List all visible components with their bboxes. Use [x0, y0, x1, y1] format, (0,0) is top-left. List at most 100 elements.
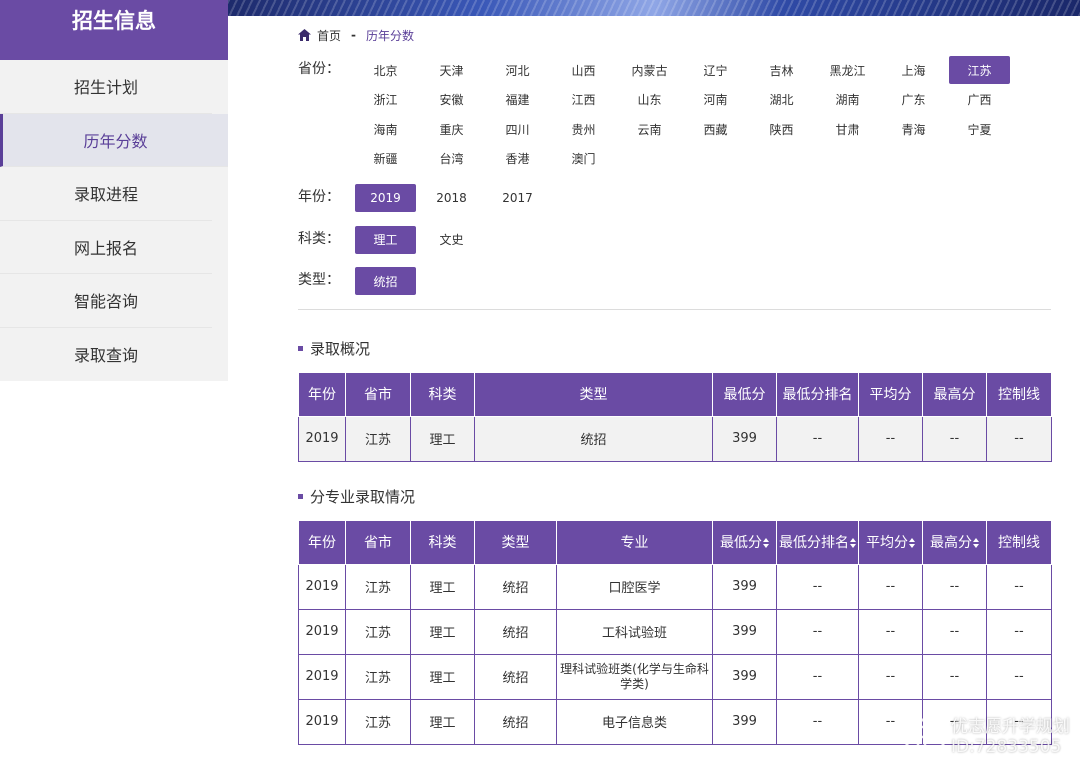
overview-table-cell: -- [986, 415, 1052, 462]
majors-table-cell: 统招 [474, 653, 557, 700]
sidebar-item-admission-query[interactable]: 录取查询 [0, 328, 212, 382]
type-option-0[interactable]: 统招 [355, 267, 416, 295]
year-option-1[interactable]: 2018 [421, 184, 482, 212]
year-option-2[interactable]: 2017 [487, 184, 548, 212]
breadcrumb-home-link[interactable]: 首页 [317, 27, 341, 44]
province-option-2[interactable]: 河北 [487, 56, 548, 84]
majors-table-cell: 2019 [298, 653, 346, 700]
sidebar-item-smart-consult[interactable]: 智能咨询 [0, 274, 212, 328]
majors-table-cell: 理工 [410, 653, 475, 700]
overview-header-cell: 平均分 [858, 371, 923, 417]
majors-table-row: 2019 江苏 理工 统招 理科试验班类(化学与生命科学类) 399 -- -- -- -- [298, 653, 1052, 700]
province-option-27[interactable]: 甘肃 [817, 115, 878, 143]
province-option-26[interactable]: 陕西 [751, 115, 812, 143]
majors-table-cell: -- [922, 653, 987, 700]
majors-table-cell: 理科试验班类(化学与生命科学类) [556, 653, 713, 700]
province-option-19[interactable]: 广西 [949, 86, 1010, 114]
bullet-icon [298, 346, 303, 351]
province-option-29[interactable]: 宁夏 [949, 115, 1010, 143]
province-option-11[interactable]: 安徽 [421, 86, 482, 114]
sidebar-item-online-registration[interactable]: 网上报名 [0, 221, 212, 274]
province-option-17[interactable]: 湖南 [817, 86, 878, 114]
province-option-25[interactable]: 西藏 [685, 115, 746, 143]
overview-table-cell: 理工 [410, 415, 475, 462]
province-option-18[interactable]: 广东 [883, 86, 944, 114]
majors-table-row: 2019 江苏 理工 统招 口腔医学 399 -- -- -- -- [298, 563, 1052, 610]
province-option-15[interactable]: 河南 [685, 86, 746, 114]
province-option-24[interactable]: 云南 [619, 115, 680, 143]
overview-table-cell: 399 [712, 415, 777, 462]
province-option-7[interactable]: 黑龙江 [817, 56, 878, 84]
majors-header-cell[interactable]: 最高分 [922, 519, 987, 565]
majors-table-cell: -- [776, 563, 859, 610]
majors-table-cell: 399 [712, 698, 777, 745]
majors-table-cell: 统招 [474, 563, 557, 610]
overview-table-cell: -- [776, 415, 859, 462]
province-option-3[interactable]: 山西 [553, 56, 614, 84]
province-option-16[interactable]: 湖北 [751, 86, 812, 114]
province-option-32[interactable]: 香港 [487, 145, 548, 173]
province-option-30[interactable]: 新疆 [355, 145, 416, 173]
majors-table-cell: -- [776, 698, 859, 745]
sidebar: 招生信息 招生计划 历年分数 录取进程 网上报名 智能咨询 录取查询 [0, 0, 228, 381]
province-option-28[interactable]: 青海 [883, 115, 944, 143]
majors-table-cell: 理工 [410, 563, 475, 610]
province-option-9[interactable]: 江苏 [949, 56, 1010, 84]
province-option-21[interactable]: 重庆 [421, 115, 482, 143]
sort-icon[interactable] [850, 538, 856, 548]
sidebar-item-history-scores[interactable]: 历年分数 [0, 113, 228, 167]
province-option-23[interactable]: 贵州 [553, 115, 614, 143]
province-option-1[interactable]: 天津 [421, 56, 482, 84]
province-option-31[interactable]: 台湾 [421, 145, 482, 173]
overview-table-cell: 江苏 [345, 415, 411, 462]
sidebar-title: 招生信息 [0, 0, 228, 60]
province-option-13[interactable]: 江西 [553, 86, 614, 114]
home-icon[interactable] [298, 29, 311, 41]
subject-option-0[interactable]: 理工 [355, 225, 416, 254]
majors-table-cell: -- [858, 608, 923, 655]
overview-header-label: 科类 [428, 387, 457, 403]
province-option-6[interactable]: 吉林 [751, 56, 812, 84]
majors-table: 年份 省市 科类 类型 专业 最低分 最低分排名 平均分 最高分 控制线 2019 江苏 理工 统招 口腔… [298, 519, 1052, 745]
overview-header-label: 最低分 [723, 387, 766, 403]
sort-icon[interactable] [909, 538, 915, 548]
province-option-5[interactable]: 辽宁 [685, 56, 746, 84]
majors-table-cell: 江苏 [345, 563, 411, 610]
majors-header-cell[interactable]: 最低分 [712, 519, 777, 565]
province-option-8[interactable]: 上海 [883, 56, 944, 84]
overview-header-cell: 类型 [474, 371, 713, 417]
year-filter: 年份： 2019 2018 2017 [298, 184, 1051, 214]
province-option-22[interactable]: 四川 [487, 115, 548, 143]
province-option-20[interactable]: 海南 [355, 115, 416, 143]
majors-header-cell: 年份 [298, 519, 346, 565]
overview-header-label: 最低分排名 [782, 387, 853, 403]
overview-header-cell: 年份 [298, 371, 346, 417]
subject-filter: 科类： 理工 文史 [298, 225, 1051, 256]
subject-filter-label: 科类： [298, 230, 340, 247]
overview-header-label: 平均分 [869, 387, 912, 403]
overview-header-label: 控制线 [998, 387, 1040, 403]
majors-table-cell: -- [986, 608, 1052, 655]
province-option-10[interactable]: 浙江 [355, 86, 416, 114]
province-option-12[interactable]: 福建 [487, 86, 548, 114]
majors-table-cell: 理工 [410, 608, 475, 655]
watermark: 优志愿升学规划 ID:72833505 [903, 717, 1070, 757]
sidebar-menu: 招生计划 历年分数 录取进程 网上报名 智能咨询 录取查询 [0, 60, 228, 381]
province-option-4[interactable]: 内蒙古 [619, 56, 680, 84]
province-option-14[interactable]: 山东 [619, 86, 680, 114]
majors-header-cell[interactable]: 最低分排名 [776, 519, 859, 565]
sort-icon[interactable] [763, 538, 769, 548]
watermark-line2: ID:72833505 [951, 737, 1062, 757]
sidebar-item-admission-progress[interactable]: 录取进程 [0, 167, 212, 221]
province-option-0[interactable]: 北京 [355, 56, 416, 84]
year-option-0[interactable]: 2019 [355, 184, 416, 212]
majors-header-cell[interactable]: 平均分 [858, 519, 923, 565]
majors-table-cell: 江苏 [345, 698, 411, 745]
page: 招生信息 招生计划 历年分数 录取进程 网上报名 智能咨询 录取查询 首页 - … [0, 0, 1080, 765]
majors-table-cell: 口腔医学 [556, 563, 713, 610]
province-option-33[interactable]: 澳门 [553, 145, 614, 173]
sidebar-item-plan[interactable]: 招生计划 [0, 60, 212, 114]
sort-icon[interactable] [973, 538, 979, 548]
province-filter: 省份： 北京 天津 河北 山西 内蒙古 辽宁 吉林 黑龙江 上海 江苏 浙江 安徽 福建 江西 山东 河南 湖北… [298, 56, 1051, 174]
subject-option-1[interactable]: 文史 [421, 226, 482, 254]
